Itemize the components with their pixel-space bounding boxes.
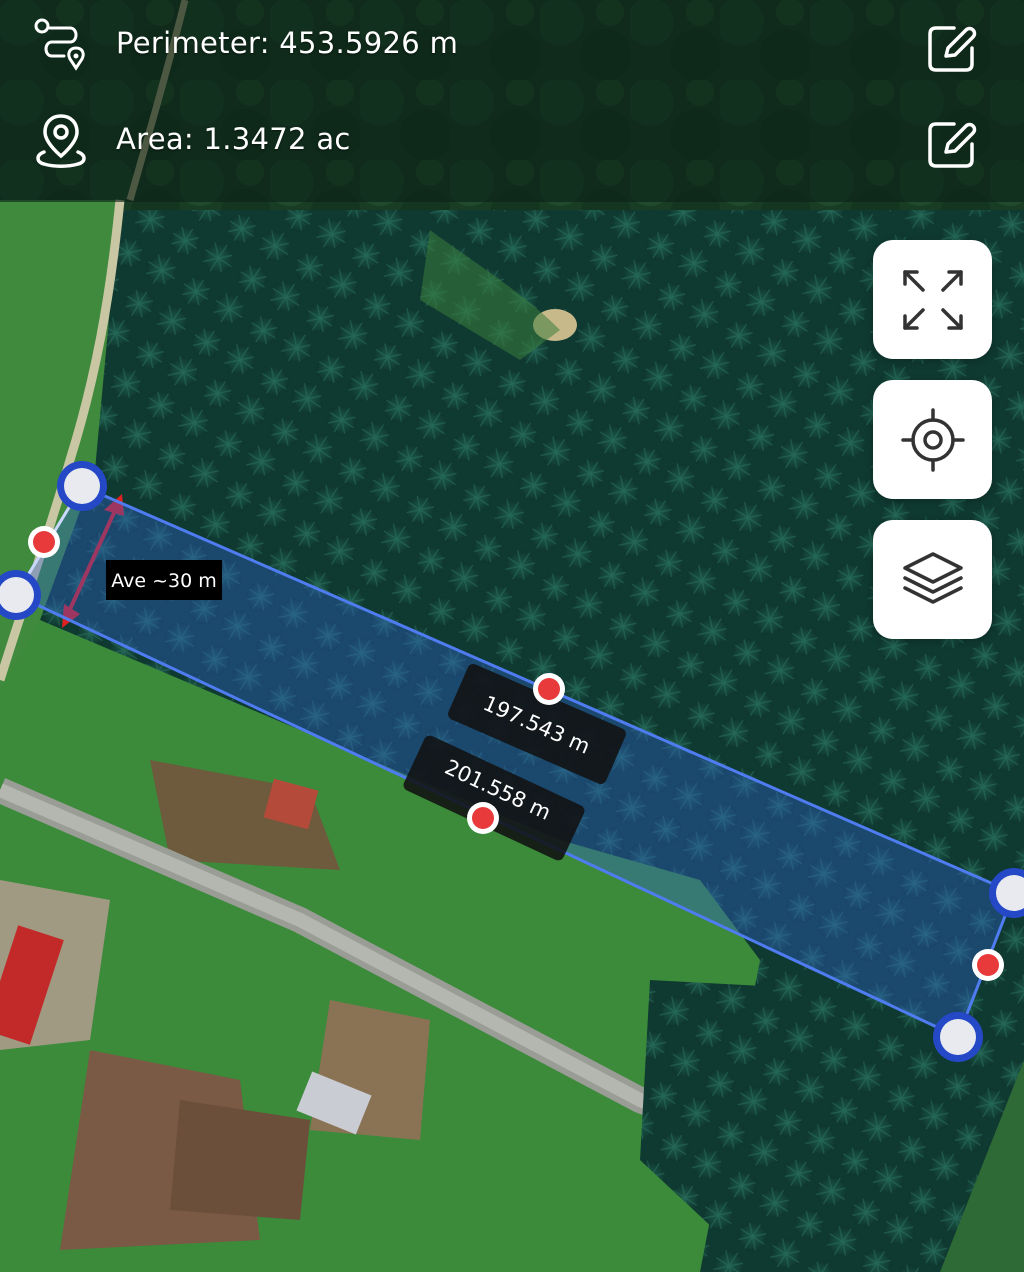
width-note-text: Ave ~30 m [111,570,217,592]
midpoint-handle-east[interactable] [972,949,1004,981]
crosshair-target-icon [901,408,965,472]
fullscreen-button[interactable] [873,240,992,359]
perimeter-row: Perimeter: 453.5926 m [0,6,1024,86]
midpoint-handle-west[interactable] [28,526,60,558]
midpoint-handle-north[interactable] [533,673,565,705]
route-icon [34,18,85,71]
vertex-handle-nw[interactable] [57,461,107,511]
layers-stack-icon [903,552,963,604]
map-layers-button[interactable] [873,520,992,639]
location-pin-icon [36,114,86,168]
vertex-handle-se[interactable] [933,1012,983,1062]
area-row: Area: 1.3472 ac [0,102,1024,182]
perimeter-value: Perimeter: 453.5926 m [116,26,459,60]
width-note-label: Ave ~30 m [106,560,222,600]
area-value: Area: 1.3472 ac [116,122,351,156]
midpoint-handle-south[interactable] [467,802,499,834]
edit-perimeter-button[interactable] [922,20,980,78]
locate-me-button[interactable] [873,380,992,499]
edit-area-button[interactable] [922,116,980,174]
measurement-header: Perimeter: 453.5926 m Area: 1.3472 ac [0,0,1024,202]
expand-arrows-icon [903,270,963,330]
